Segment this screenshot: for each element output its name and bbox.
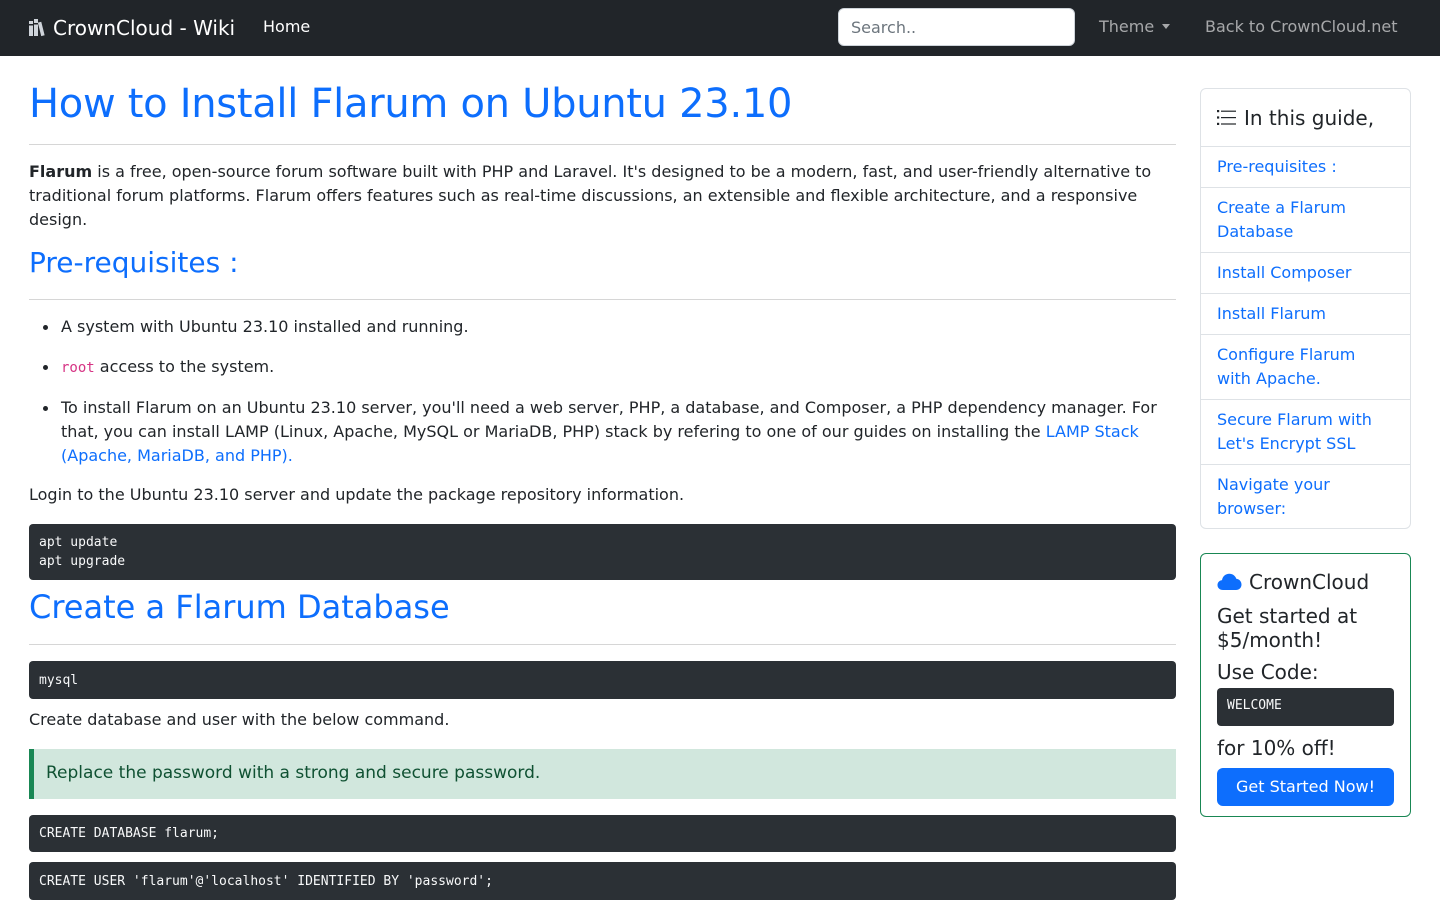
code-block-update[interactable]: apt update apt upgrade [29, 524, 1176, 580]
toc-item-navigate-browser[interactable]: Navigate your browser: [1201, 465, 1410, 528]
prereq-list: A system with Ubuntu 23.10 installed and… [29, 315, 1176, 484]
toc-header: In this guide, [1201, 89, 1410, 147]
intro-bold: Flarum [29, 162, 93, 181]
list-item: root access to the system. [29, 355, 1176, 380]
title-divider [29, 144, 1176, 145]
page-title: How to Install Flarum on Ubuntu 23.10 [29, 81, 793, 127]
list-item: A system with Ubuntu 23.10 installed and… [29, 315, 1176, 339]
prereq-heading: Pre-requisites : [29, 246, 239, 279]
promo-card: CrownCloud Get started at $5/month! Use … [1200, 553, 1411, 817]
get-started-button[interactable]: Get Started Now! [1217, 768, 1394, 806]
toc-heading: In this guide, [1244, 105, 1375, 130]
back-to-site-link[interactable]: Back to CrownCloud.net [1205, 17, 1398, 36]
toc-item-prerequisites[interactable]: Pre-requisites : [1201, 147, 1410, 188]
brand-link[interactable]: CrownCloud - Wiki [28, 14, 235, 42]
brand-text: CrownCloud - Wiki [53, 16, 236, 40]
books-icon [29, 19, 45, 37]
list-icon [1217, 110, 1236, 125]
code-block-create-db[interactable]: CREATE DATABASE flarum; [29, 815, 1176, 852]
code-block-create-user[interactable]: CREATE USER 'flarum'@'localhost' IDENTIF… [29, 862, 1176, 900]
top-navbar: CrownCloud - Wiki Home Theme Back to Cro… [0, 0, 1440, 56]
toc-item-configure-apache[interactable]: Configure Flarum with Apache. [1201, 335, 1410, 400]
chevron-down-icon [1162, 24, 1171, 29]
promo-code-value[interactable]: WELCOME [1217, 688, 1394, 726]
promo-code-label: Use Code: [1217, 660, 1319, 684]
theme-dropdown[interactable]: Theme [1099, 17, 1171, 36]
prereq-divider [29, 299, 1176, 300]
promo-header: CrownCloud [1217, 568, 1394, 596]
note-callout: Replace the password with a strong and s… [29, 749, 1176, 799]
cloud-icon [1217, 573, 1242, 590]
nav-home-link[interactable]: Home [263, 17, 310, 36]
promo-title: CrownCloud [1249, 570, 1370, 594]
promo-price-text: Get started at $5/month! [1217, 604, 1358, 652]
toc-item-install-flarum[interactable]: Install Flarum [1201, 294, 1410, 335]
intro-text: is a free, open-source forum software bu… [29, 162, 1152, 229]
promo-discount-text: for 10% off! [1217, 736, 1336, 760]
toc-card: In this guide, Pre-requisites : Create a… [1200, 88, 1411, 529]
list-item-text: To install Flarum on an Ubuntu 23.10 ser… [61, 398, 1157, 441]
db-divider [29, 644, 1176, 645]
code-block-mysql[interactable]: mysql [29, 661, 1176, 699]
root-code: root [61, 360, 95, 376]
search-input[interactable] [838, 8, 1075, 46]
list-item: To install Flarum on an Ubuntu 23.10 ser… [29, 396, 1176, 468]
theme-label: Theme [1099, 17, 1155, 36]
db-paragraph: Create database and user with the below … [29, 710, 450, 729]
intro-paragraph: Flarum is a free, open-source forum soft… [29, 160, 1176, 232]
list-item-text: A system with Ubuntu 23.10 installed and… [61, 317, 469, 336]
db-heading: Create a Flarum Database [29, 588, 450, 626]
login-paragraph: Login to the Ubuntu 23.10 server and upd… [29, 485, 685, 504]
toc-item-create-database[interactable]: Create a Flarum Database [1201, 188, 1410, 253]
toc-item-secure-ssl[interactable]: Secure Flarum with Let's Encrypt SSL [1201, 400, 1410, 465]
list-item-text: access to the system. [94, 357, 275, 376]
toc-item-install-composer[interactable]: Install Composer [1201, 253, 1410, 294]
